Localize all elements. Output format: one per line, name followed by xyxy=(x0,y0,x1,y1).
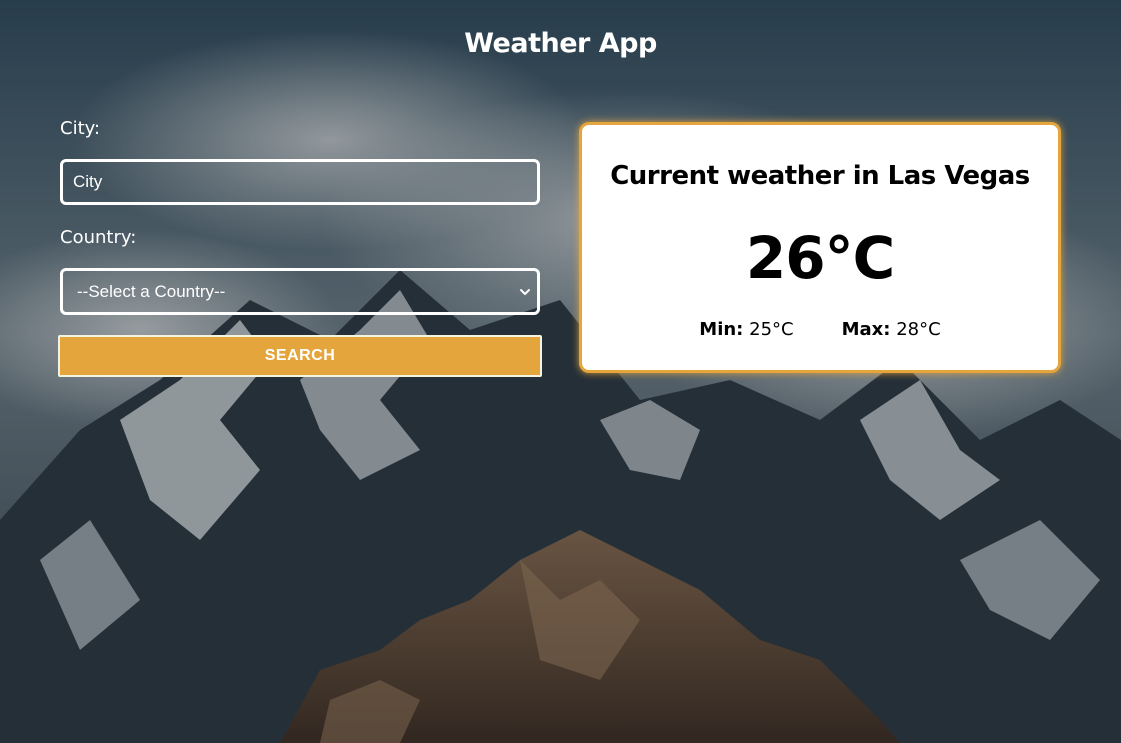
max-value: 28°C xyxy=(896,319,941,340)
city-input[interactable] xyxy=(60,159,540,205)
search-button[interactable]: SEARCH xyxy=(58,335,542,377)
min-temperature: Min: 25°C xyxy=(699,319,793,340)
search-form: City: Country: --Select a Country-- SEAR… xyxy=(58,116,542,377)
max-temperature: Max: 28°C xyxy=(842,319,941,340)
current-temperature: 26°C xyxy=(745,224,895,292)
min-max-row: Min: 25°C Max: 28°C xyxy=(582,319,1058,340)
max-label: Max: xyxy=(841,319,891,340)
min-label: Min: xyxy=(699,319,744,340)
min-value: 25°C xyxy=(749,319,794,340)
country-select-value: --Select a Country-- xyxy=(77,281,226,301)
weather-heading: Current weather in Las Vegas xyxy=(610,161,1030,191)
city-label: City: xyxy=(60,118,101,139)
country-select[interactable]: --Select a Country-- xyxy=(60,268,540,315)
chevron-down-icon xyxy=(520,288,530,295)
app-title: Weather App xyxy=(464,28,657,59)
weather-card: Current weather in Las Vegas 26°C Min: 2… xyxy=(579,122,1061,373)
country-label: Country: xyxy=(60,227,137,248)
